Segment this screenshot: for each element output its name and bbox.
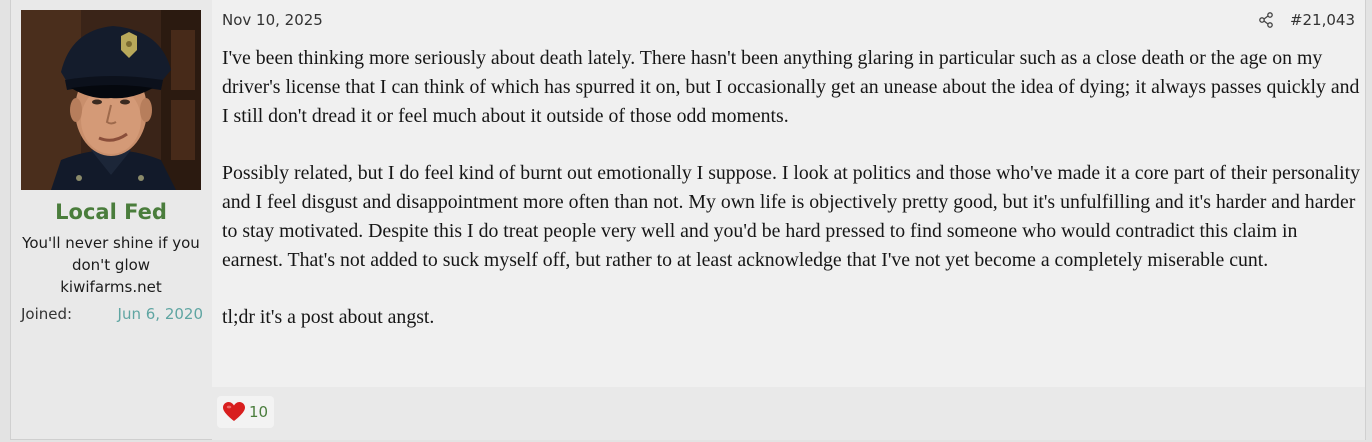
reaction-count: 10: [249, 403, 269, 421]
heart-icon: [223, 402, 245, 422]
forum-post: Local Fed You'll never shine if you don'…: [10, 0, 1366, 440]
share-icon[interactable]: [1258, 12, 1274, 28]
police-officer-avatar-icon: [21, 10, 201, 190]
user-site-badge: kiwifarms.net: [60, 278, 162, 296]
post-actions: #21,043: [1258, 11, 1355, 29]
user-info-column: Local Fed You'll never shine if you don'…: [11, 0, 211, 440]
post-number-link[interactable]: #21,043: [1290, 11, 1355, 29]
joined-date: Jun 6, 2020: [117, 305, 203, 323]
reaction-bar[interactable]: 10: [217, 396, 275, 428]
username[interactable]: Local Fed: [11, 200, 211, 224]
avatar[interactable]: [21, 10, 201, 190]
post-main: Nov 10, 2025 #21,043 I've been thinking …: [212, 0, 1365, 387]
post-date[interactable]: Nov 10, 2025: [222, 11, 323, 29]
post-body: I've been thinking more seriously about …: [222, 44, 1360, 361]
post-paragraph: Possibly related, but I do feel kind of …: [222, 162, 1360, 271]
post-paragraph: tl;dr it's a post about angst.: [222, 306, 435, 329]
user-title: You'll never shine if you don't glow: [22, 234, 200, 274]
post-footer: 10: [212, 387, 1365, 440]
joined-label: Joined:: [21, 305, 73, 323]
post-paragraph: I've been thinking more seriously about …: [222, 47, 1360, 127]
